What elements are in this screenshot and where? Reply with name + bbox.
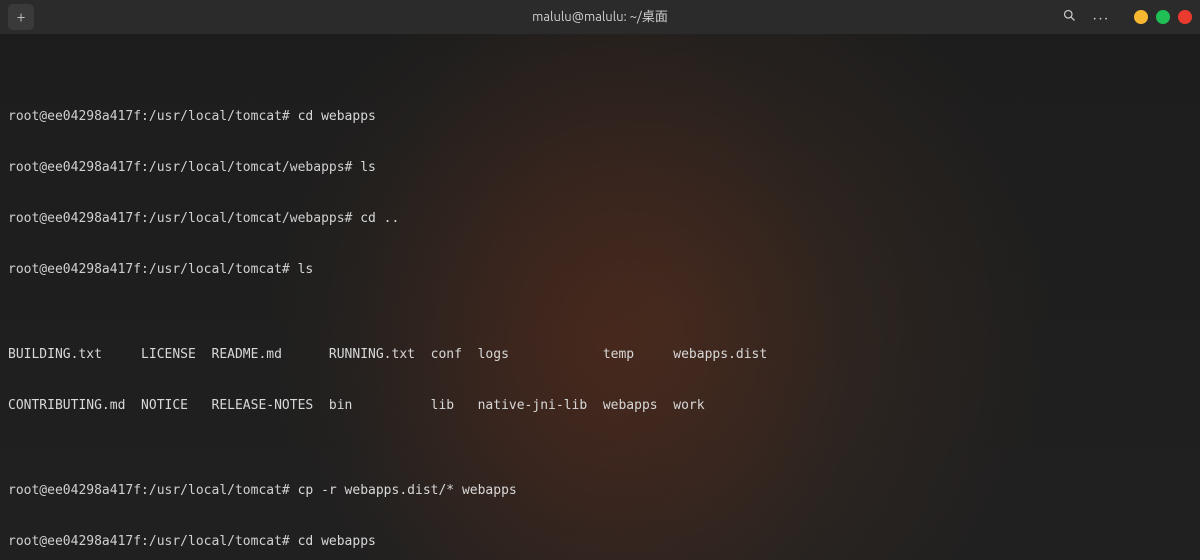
terminal-line: root@ee04298a417f:/usr/local/tomcat# ls [8,261,1192,278]
search-icon[interactable] [1062,8,1077,26]
prompt: root@ee04298a417f:/usr/local/tomcat# [8,483,290,498]
terminal-line: root@ee04298a417f:/usr/local/tomcat# cp … [8,482,1192,499]
command-text: ls [298,262,314,277]
window-titlebar: + malulu@malulu: ~/桌面 ··· [0,0,1200,34]
command-text: cd webapps [298,109,376,124]
command-text: cd .. [360,211,399,226]
command-text: cd webapps [298,534,376,549]
ls-output-line: CONTRIBUTING.md NOTICE RELEASE-NOTES bin… [8,397,1192,414]
new-tab-button[interactable]: + [8,4,34,30]
window-title: malulu@malulu: ~/桌面 [532,9,668,26]
terminal-viewport[interactable]: root@ee04298a417f:/usr/local/tomcat# cd … [0,34,1200,560]
window-controls [1134,10,1192,24]
command-text: ls [360,160,376,175]
terminal-line: root@ee04298a417f:/usr/local/tomcat# cd … [8,533,1192,550]
prompt: root@ee04298a417f:/usr/local/tomcat/weba… [8,211,352,226]
menu-icon[interactable]: ··· [1093,9,1110,26]
ls-output-line: BUILDING.txt LICENSE README.md RUNNING.t… [8,346,1192,363]
prompt: root@ee04298a417f:/usr/local/tomcat# [8,109,290,124]
minimize-button[interactable] [1134,10,1148,24]
command-text: cp -r webapps.dist/* webapps [298,483,517,498]
terminal-line: root@ee04298a417f:/usr/local/tomcat/weba… [8,210,1192,227]
prompt: root@ee04298a417f:/usr/local/tomcat# [8,262,290,277]
maximize-button[interactable] [1156,10,1170,24]
close-button[interactable] [1178,10,1192,24]
prompt: root@ee04298a417f:/usr/local/tomcat# [8,534,290,549]
terminal-line: root@ee04298a417f:/usr/local/tomcat/weba… [8,159,1192,176]
prompt: root@ee04298a417f:/usr/local/tomcat/weba… [8,160,352,175]
terminal-line: root@ee04298a417f:/usr/local/tomcat# cd … [8,108,1192,125]
